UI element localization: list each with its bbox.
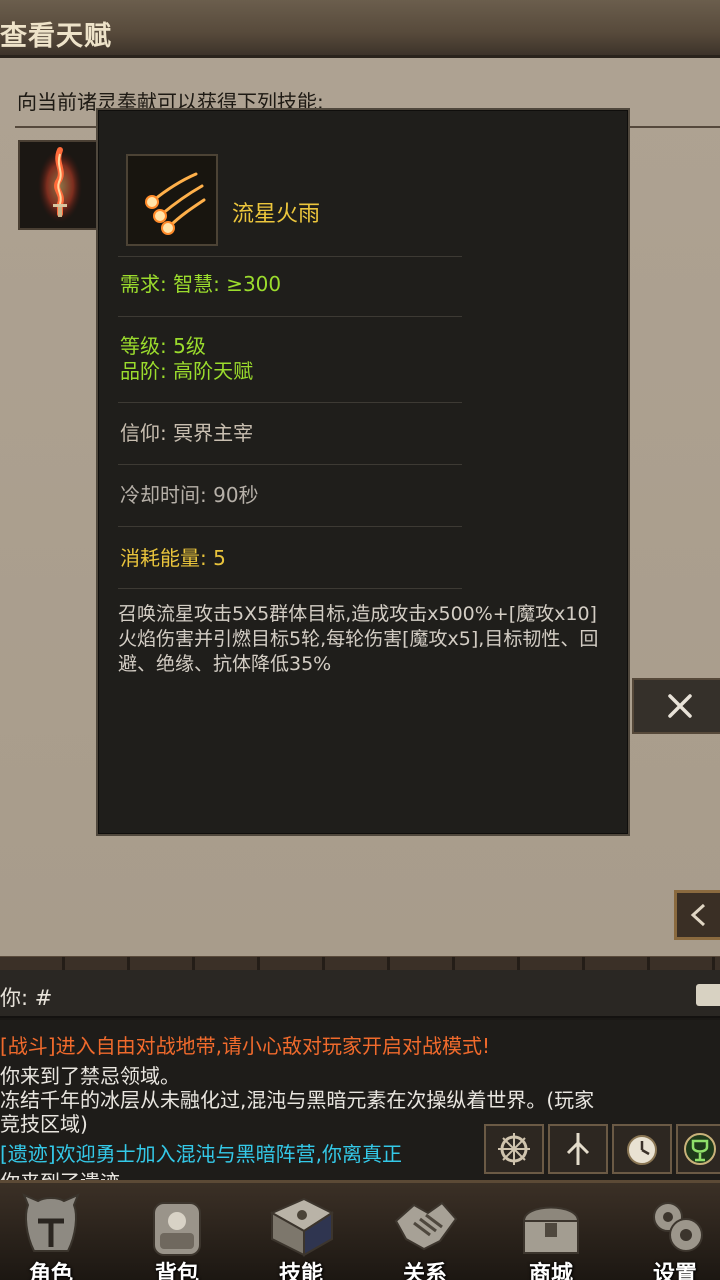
back-button[interactable] bbox=[674, 890, 720, 940]
chest-icon bbox=[522, 1206, 580, 1254]
tooltip-divider bbox=[118, 526, 462, 527]
skill-icon-frame bbox=[126, 154, 218, 246]
helmet-icon bbox=[22, 1193, 80, 1252]
nav-settings[interactable]: 设置 bbox=[620, 1183, 720, 1280]
skill-tooltip: 流星火雨 需求: 智慧: ≥300 等级: 5级 品阶: 高阶天赋 信仰: 冥界… bbox=[96, 108, 630, 836]
chat-input-text: 你: # bbox=[0, 986, 53, 1010]
chat-message: 你来到了遗迹 bbox=[0, 1166, 120, 1180]
gear-wheel-icon bbox=[498, 1133, 530, 1165]
skill-cooldown: 冷却时间: 90秒 bbox=[120, 483, 259, 507]
talent-slot[interactable] bbox=[18, 140, 98, 230]
nav-label: 设置 bbox=[652, 1262, 697, 1280]
handshake-icon bbox=[394, 1201, 458, 1251]
chat-send-button[interactable] bbox=[696, 984, 720, 1006]
close-icon bbox=[668, 694, 692, 718]
chat-tab-strip bbox=[0, 956, 720, 970]
close-button[interactable] bbox=[632, 678, 720, 734]
nav-skills[interactable]: 技能 bbox=[246, 1183, 356, 1280]
nav-label: 商城 bbox=[528, 1262, 573, 1280]
quick-button-clock[interactable] bbox=[612, 1124, 672, 1174]
skill-requirement: 需求: 智慧: ≥300 bbox=[120, 272, 282, 296]
title-bar: 查看天赋 bbox=[0, 0, 720, 58]
nav-label: 角色 bbox=[28, 1262, 73, 1280]
chevron-left-icon bbox=[690, 903, 706, 927]
nav-label: 关系 bbox=[402, 1262, 447, 1280]
clock-icon bbox=[627, 1135, 657, 1165]
spellbook-icon bbox=[269, 1197, 335, 1257]
chat-message: 冻结千年的冰层从未融化过,混沌与黑暗元素在次操纵着世界。(玩家 bbox=[0, 1088, 595, 1112]
quick-button-swords[interactable] bbox=[548, 1124, 608, 1174]
tooltip-divider bbox=[118, 464, 462, 465]
chat-message: 竞技区域) bbox=[0, 1112, 88, 1136]
tooltip-divider bbox=[118, 588, 462, 589]
meteor-shower-icon bbox=[145, 172, 206, 235]
swords-icon bbox=[566, 1133, 590, 1165]
chat-input[interactable]: 你: # bbox=[0, 970, 720, 1018]
nav-shop[interactable]: 商城 bbox=[496, 1183, 606, 1280]
quick-button-trophy[interactable] bbox=[676, 1124, 720, 1174]
trophy-icon bbox=[684, 1133, 716, 1165]
skill-faith: 信仰: 冥界主宰 bbox=[120, 421, 254, 445]
skill-description: 召唤流星攻击5X5群体目标,造成攻击x500%+[魔攻x10]火焰伤害并引燃目标… bbox=[118, 603, 599, 675]
tooltip-divider bbox=[118, 316, 462, 317]
bottom-nav: 角色 背包 技能 关系 商城 设置 bbox=[0, 1180, 720, 1280]
tooltip-divider bbox=[118, 402, 462, 403]
tooltip-divider bbox=[118, 256, 462, 257]
gear-icon bbox=[653, 1202, 703, 1252]
chat-message: [遗迹]欢迎勇士加入混沌与黑暗阵营,你离真正 bbox=[0, 1142, 402, 1166]
flame-sword-icon bbox=[38, 147, 82, 222]
quick-button-gear-wheel[interactable] bbox=[484, 1124, 544, 1174]
skill-cost: 消耗能量: 5 bbox=[120, 546, 226, 570]
nav-label: 技能 bbox=[278, 1262, 323, 1280]
skill-name: 流星火雨 bbox=[232, 202, 321, 227]
nav-backpack[interactable]: 背包 bbox=[122, 1183, 232, 1280]
chat-message: [战斗]进入自由对战地带,请小心敌对玩家开启对战模式! bbox=[0, 1034, 490, 1058]
nav-character[interactable]: 角色 bbox=[0, 1183, 106, 1280]
nav-relations[interactable]: 关系 bbox=[370, 1183, 480, 1280]
skill-tier: 品阶: 高阶天赋 bbox=[120, 359, 254, 383]
nav-label: 背包 bbox=[154, 1262, 199, 1280]
page-title: 查看天赋 bbox=[0, 21, 112, 52]
backpack-icon bbox=[153, 1202, 201, 1256]
